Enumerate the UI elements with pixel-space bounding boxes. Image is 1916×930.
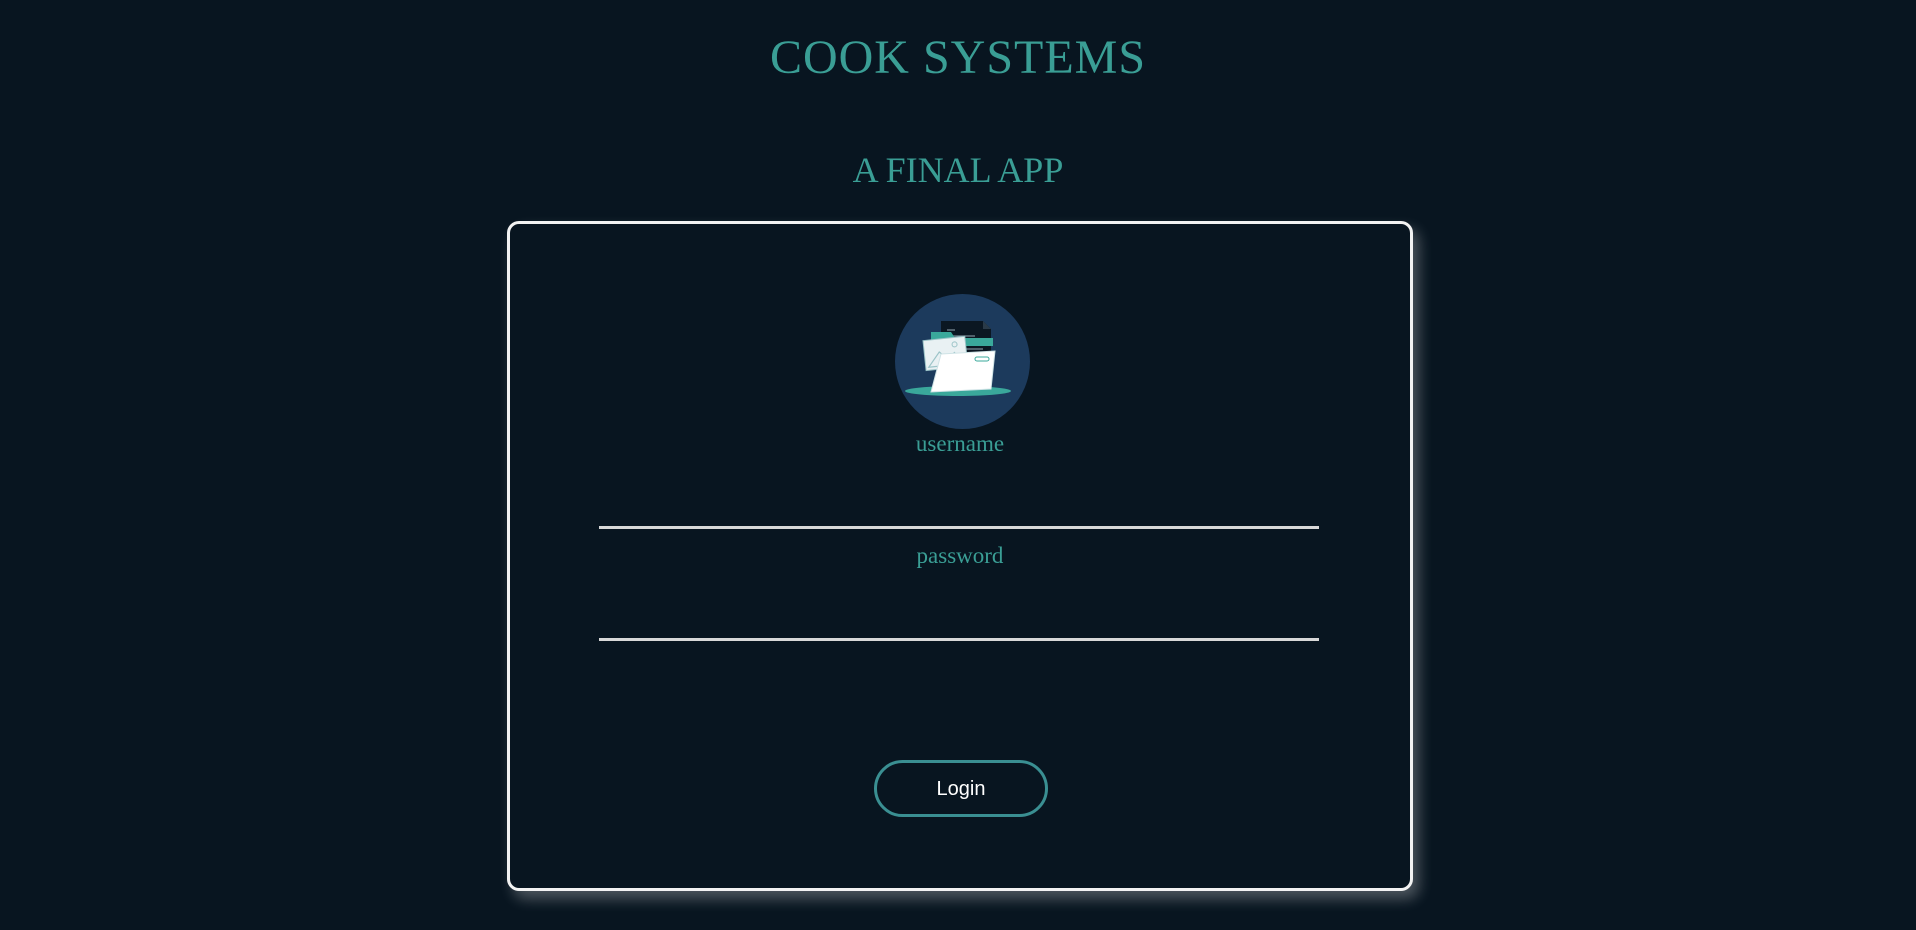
username-label: username bbox=[915, 431, 1005, 456]
folder-documents-icon bbox=[895, 294, 1030, 429]
username-input[interactable] bbox=[599, 490, 1319, 529]
app-subtitle: A FINAL APP bbox=[852, 150, 1064, 190]
password-label: password bbox=[916, 543, 1004, 568]
password-input[interactable] bbox=[599, 602, 1319, 641]
login-card: username password Login bbox=[507, 221, 1413, 891]
login-button[interactable]: Login bbox=[874, 760, 1048, 817]
app-title: COOK SYSTEMS bbox=[769, 31, 1147, 84]
